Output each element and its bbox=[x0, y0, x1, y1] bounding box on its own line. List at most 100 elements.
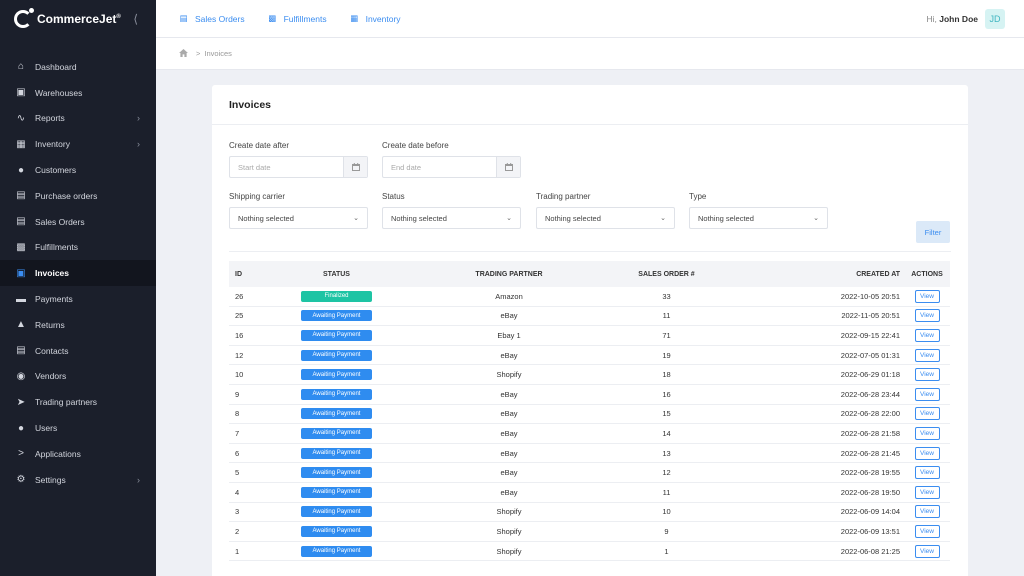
table-row: 1 Awaiting Payment Shopify 1 2022-06-08 21:2… bbox=[229, 542, 950, 562]
view-button[interactable]: View bbox=[914, 426, 940, 440]
cell-trading-partner: Shopify bbox=[496, 507, 522, 517]
chevron-down-icon: ⌄ bbox=[660, 215, 666, 222]
sidebar-item-sales-orders[interactable]: ▤ Sales Orders bbox=[0, 209, 156, 235]
view-button[interactable]: View bbox=[914, 505, 940, 519]
shipping-carrier-select[interactable]: Nothing selected ⌄ bbox=[229, 207, 368, 229]
cell-sales-order: 9 bbox=[664, 526, 669, 536]
create-date-before-input[interactable]: End date bbox=[382, 156, 521, 178]
header-id[interactable]: ID bbox=[229, 271, 269, 278]
status-badge: Awaiting Payment bbox=[301, 369, 372, 381]
truck-loading-icon: ▩ bbox=[16, 241, 26, 253]
table-row: 6 Awaiting Payment eBay 13 2022-06-28 21:45 V… bbox=[229, 444, 950, 464]
filter-button[interactable]: Filter bbox=[916, 221, 950, 243]
brand-name: CommerceJet® bbox=[37, 12, 121, 26]
sidebar-item-payments[interactable]: ▬ Payments bbox=[0, 286, 156, 312]
invoices-table: ID STATUS TRADING PARTNER SALES ORDER # … bbox=[229, 261, 950, 562]
sidebar-item-contacts[interactable]: ▤ Contacts bbox=[0, 338, 156, 364]
view-button[interactable]: View bbox=[914, 328, 940, 342]
user-greeting: Hi, John Doe bbox=[926, 13, 979, 24]
create-date-after-input[interactable]: Start date bbox=[229, 156, 368, 178]
sidebar-item-vendors[interactable]: ◉ Vendors bbox=[0, 364, 156, 390]
chevron-right-icon: › bbox=[137, 139, 140, 150]
collapse-sidebar-icon[interactable]: ⟨ bbox=[133, 12, 138, 26]
cell-created-at: 2022-06-28 21:45 bbox=[840, 448, 900, 458]
cell-trading-partner: eBay bbox=[500, 350, 518, 360]
top-link-sales-orders[interactable]: ▤ Sales Orders bbox=[178, 13, 245, 24]
sidebar-item-returns[interactable]: ▲ Returns bbox=[0, 312, 156, 338]
header-status[interactable]: STATUS bbox=[269, 271, 404, 278]
cell-sales-order: 10 bbox=[662, 507, 671, 517]
header-sales-order[interactable]: SALES ORDER # bbox=[614, 271, 719, 278]
view-button[interactable]: View bbox=[914, 466, 940, 480]
cell-sales-order: 18 bbox=[662, 370, 671, 380]
sidebar-item-warehouses[interactable]: ▣ Warehouses bbox=[0, 80, 156, 106]
view-button[interactable]: View bbox=[914, 407, 940, 421]
top-link-inventory[interactable]: ▦ Inventory bbox=[349, 13, 400, 24]
view-button[interactable]: View bbox=[914, 387, 940, 401]
calendar-icon[interactable] bbox=[496, 157, 520, 177]
view-button[interactable]: View bbox=[914, 544, 940, 558]
cell-trading-partner: Ebay 1 bbox=[497, 330, 521, 340]
top-link-fulfillments[interactable]: ▩ Fulfillments bbox=[267, 13, 327, 24]
cell-id: 10 bbox=[235, 370, 244, 380]
cell-status: Awaiting Payment bbox=[269, 506, 404, 518]
status-badge: Awaiting Payment bbox=[301, 408, 372, 420]
top-link-label: Sales Orders bbox=[195, 13, 245, 24]
view-button[interactable]: View bbox=[914, 368, 940, 382]
type-group: Type Nothing selected ⌄ bbox=[689, 192, 828, 229]
sidebar-item-settings[interactable]: ⚙ Settings › bbox=[0, 467, 156, 493]
create-date-before-group: Create date before End date bbox=[382, 141, 521, 178]
end-date-placeholder: End date bbox=[391, 162, 422, 172]
status-badge: Awaiting Payment bbox=[301, 329, 372, 341]
breadcrumb-current: Invoices bbox=[204, 49, 232, 58]
view-button[interactable]: View bbox=[914, 446, 940, 460]
view-button[interactable]: View bbox=[914, 289, 940, 303]
sidebar-item-inventory[interactable]: ▦ Inventory › bbox=[0, 131, 156, 157]
sidebar-item-label: Sales Orders bbox=[35, 216, 85, 227]
cell-id: 25 bbox=[235, 311, 244, 321]
status-select[interactable]: Nothing selected ⌄ bbox=[382, 207, 521, 229]
cell-id: 8 bbox=[235, 409, 240, 419]
sidebar-item-label: Settings bbox=[35, 474, 66, 485]
avatar[interactable]: JD bbox=[985, 8, 1005, 29]
header-created-at[interactable]: CREATED AT bbox=[719, 271, 904, 278]
cell-created-at: 2022-06-28 23:44 bbox=[840, 389, 900, 399]
view-button[interactable]: View bbox=[914, 309, 940, 323]
sidebar-item-trading-partners[interactable]: ➤ Trading partners bbox=[0, 389, 156, 415]
sidebar-item-label: Inventory bbox=[35, 139, 70, 150]
sidebar-item-dashboard[interactable]: ⌂ Dashboard bbox=[0, 54, 156, 80]
calendar-icon[interactable] bbox=[343, 157, 367, 177]
trading-partner-select[interactable]: Nothing selected ⌄ bbox=[536, 207, 675, 229]
view-button[interactable]: View bbox=[914, 524, 940, 538]
status-badge: Awaiting Payment bbox=[301, 467, 372, 479]
view-button[interactable]: View bbox=[914, 485, 940, 499]
home-icon[interactable] bbox=[179, 48, 188, 59]
chevron-down-icon: ⌄ bbox=[353, 215, 359, 222]
cell-sales-order: 12 bbox=[662, 468, 671, 478]
trading-partner-value: Nothing selected bbox=[545, 213, 601, 223]
users-icon: ● bbox=[17, 164, 25, 176]
cell-id: 3 bbox=[235, 507, 240, 517]
sidebar-item-users[interactable]: ● Users bbox=[0, 415, 156, 441]
home-icon: ⌂ bbox=[17, 61, 25, 73]
header-trading-partner[interactable]: TRADING PARTNER bbox=[404, 271, 614, 278]
cell-actions: View bbox=[904, 348, 950, 362]
sidebar-item-customers[interactable]: ● Customers bbox=[0, 157, 156, 183]
view-button[interactable]: View bbox=[914, 348, 940, 362]
cell-id: 26 bbox=[235, 291, 244, 301]
status-badge: Finalized bbox=[301, 290, 372, 302]
type-select[interactable]: Nothing selected ⌄ bbox=[689, 207, 828, 229]
sidebar-item-purchase-orders[interactable]: ▤ Purchase orders bbox=[0, 183, 156, 209]
table-row: 9 Awaiting Payment eBay 16 2022-06-28 23:44 V… bbox=[229, 385, 950, 405]
sidebar-item-fulfillments[interactable]: ▩ Fulfillments bbox=[0, 235, 156, 261]
trading-partner-label: Trading partner bbox=[536, 192, 591, 201]
sidebar-item-invoices[interactable]: ▣ Invoices bbox=[0, 260, 156, 287]
sidebar-item-applications[interactable]: > Applications bbox=[0, 441, 156, 467]
status-badge: Awaiting Payment bbox=[301, 486, 372, 498]
cell-sales-order: 33 bbox=[662, 291, 671, 301]
table-row: 5 Awaiting Payment eBay 12 2022-06-28 19:55 V… bbox=[229, 463, 950, 483]
cell-actions: View bbox=[904, 387, 950, 401]
cell-created-at: 2022-07-05 01:31 bbox=[840, 350, 900, 360]
sidebar-item-reports[interactable]: ∿ Reports › bbox=[0, 106, 156, 132]
brand[interactable]: CommerceJet® ⟨ bbox=[0, 0, 156, 38]
